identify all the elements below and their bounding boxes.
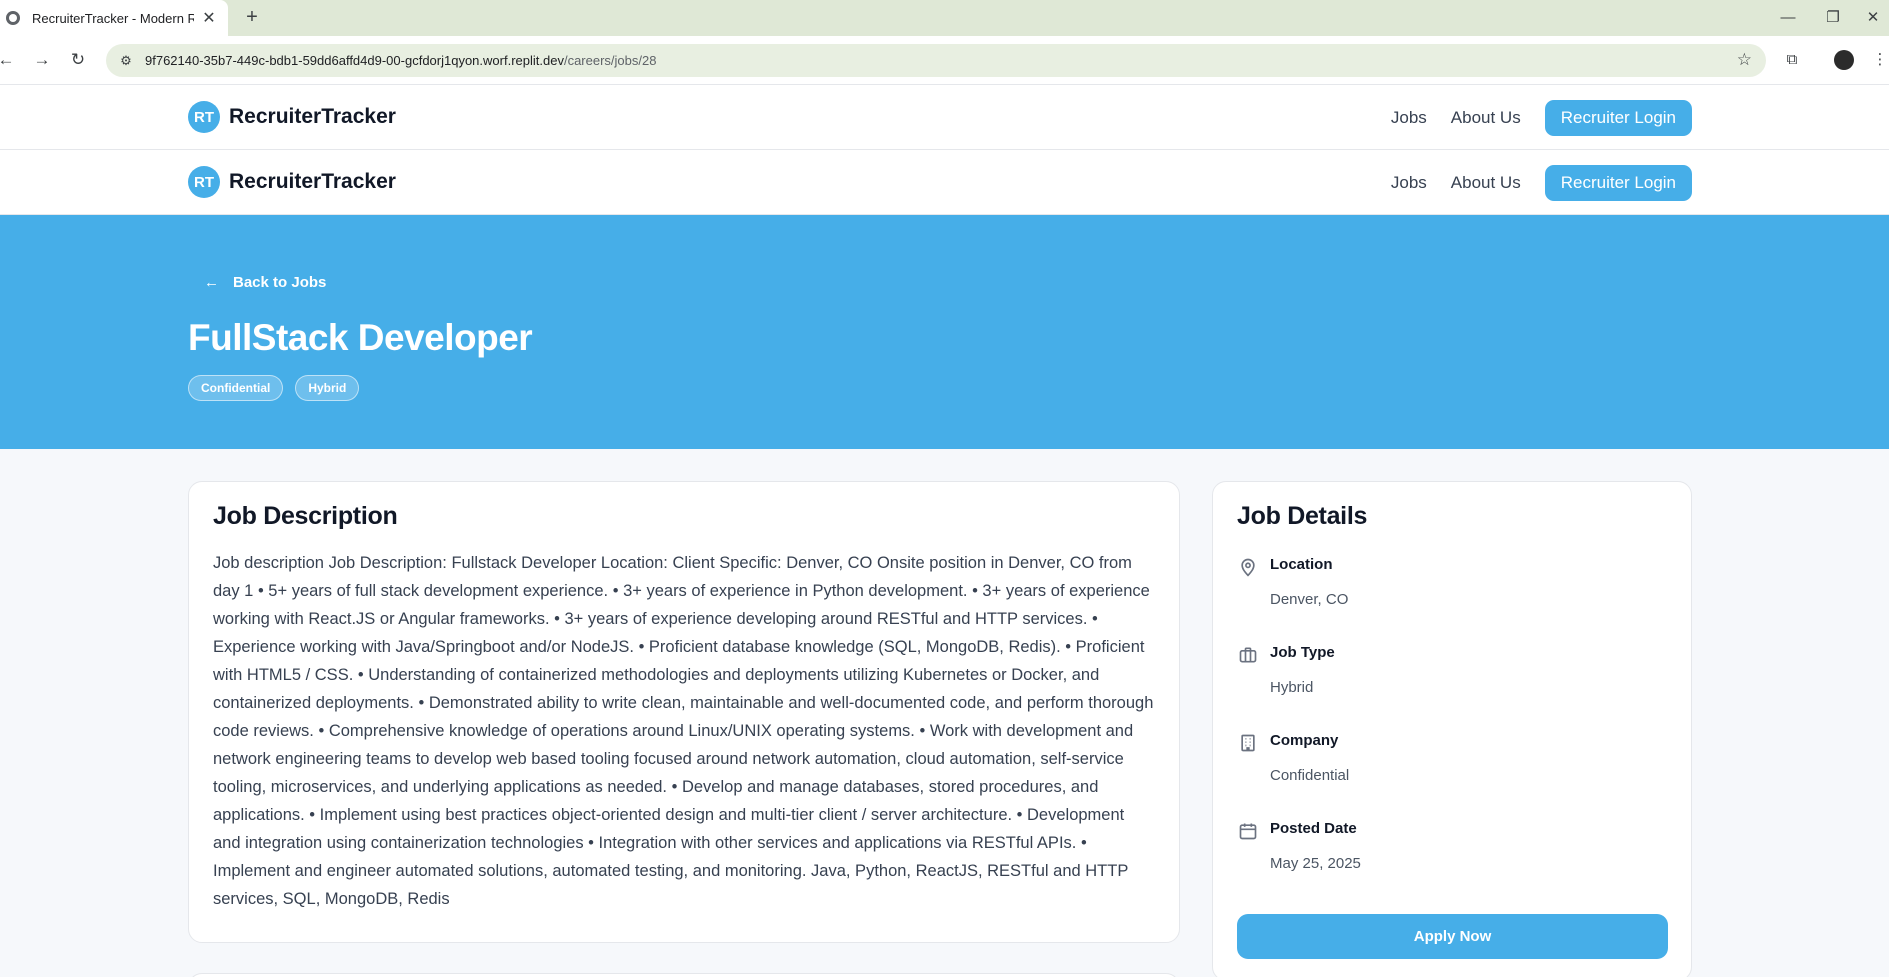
job-hero: ← Back to Jobs FullStack Developer Confi… (0, 215, 1889, 449)
site-info-icon[interactable]: ⚙ (116, 53, 136, 69)
tag-job-type: Hybrid (295, 375, 360, 401)
detail-label: Company (1270, 732, 1339, 749)
tab-title: RecruiterTracker - Modern Recru (32, 10, 194, 26)
job-tags: Confidential Hybrid (188, 375, 371, 401)
nav-link-jobs[interactable]: Jobs (1391, 173, 1427, 193)
calendar-icon (1239, 823, 1257, 840)
profile-avatar[interactable] (1834, 50, 1854, 70)
minimize-window-icon[interactable]: — (1773, 6, 1803, 30)
job-details-card: Job Details Location Denver, CO Job Type… (1212, 481, 1692, 977)
address-bar-row: ← → ↻ ⚙ 9f762140-35b7-449c-bdb1-59dd6aff… (0, 36, 1889, 85)
favicon-icon (6, 11, 20, 25)
address-bar[interactable]: ⚙ 9f762140-35b7-449c-bdb1-59dd6affd4d9-0… (106, 44, 1766, 77)
site-header-duplicate: RT RecruiterTracker Jobs About Us Recrui… (0, 150, 1889, 215)
brand-logo: RT (188, 166, 220, 198)
apply-now-button[interactable]: Apply Now (1237, 914, 1668, 959)
detail-value: May 25, 2025 (1270, 855, 1361, 872)
detail-value: Hybrid (1270, 679, 1314, 696)
star-icon[interactable]: ☆ (1737, 50, 1752, 70)
back-icon[interactable]: ← (0, 48, 18, 72)
nav-link-about[interactable]: About Us (1451, 108, 1521, 128)
tab-close-icon[interactable]: ✕ (200, 8, 218, 28)
detail-value: Denver, CO (1270, 591, 1349, 608)
brand-name: RecruiterTracker (229, 105, 396, 128)
brand-logo: RT (188, 101, 220, 133)
detail-label: Job Type (1270, 644, 1335, 661)
recruiter-login-button[interactable]: Recruiter Login (1544, 165, 1692, 201)
job-description-card: Job Description Job description Job Desc… (188, 481, 1180, 943)
briefcase-icon (1239, 647, 1257, 663)
main-nav: Jobs About Us Recruiter Login (1391, 165, 1692, 201)
brand-name: RecruiterTracker (229, 170, 396, 193)
url-host: 9f762140-35b7-449c-bdb1-59dd6affd4d9-00-… (145, 53, 564, 68)
close-window-icon[interactable]: ✕ (1858, 6, 1888, 30)
new-tab-button[interactable]: + (240, 6, 264, 30)
detail-label: Location (1270, 556, 1333, 573)
menu-icon[interactable]: ⋮ (1868, 48, 1889, 72)
nav-link-about[interactable]: About Us (1451, 173, 1521, 193)
main-nav: Jobs About Us Recruiter Login (1391, 100, 1692, 136)
job-details-heading: Job Details (1237, 502, 1368, 530)
next-card-edge (188, 973, 1180, 977)
restore-window-icon[interactable]: ❐ (1818, 6, 1848, 30)
site-header: RT RecruiterTracker Jobs About Us Recrui… (0, 85, 1889, 150)
url-text[interactable]: 9f762140-35b7-449c-bdb1-59dd6affd4d9-00-… (145, 53, 656, 68)
arrow-left-icon: ← (204, 274, 219, 291)
reload-icon[interactable]: ↻ (66, 48, 90, 72)
job-description-text: Job description Job Description: Fullsta… (213, 554, 1154, 908)
tag-company: Confidential (188, 375, 284, 401)
map-pin-icon (1241, 558, 1255, 577)
job-title: FullStack Developer (188, 317, 533, 358)
browser-tab-strip: RecruiterTracker - Modern Recru ✕ + — ❐ … (0, 0, 1889, 36)
brand[interactable]: RT RecruiterTracker (188, 101, 396, 133)
brand[interactable]: RT RecruiterTracker (188, 166, 396, 198)
search-tab-icon[interactable]: ⧉ (1780, 48, 1804, 72)
browser-tab[interactable]: RecruiterTracker - Modern Recru ✕ (0, 0, 228, 36)
nav-link-jobs[interactable]: Jobs (1391, 108, 1427, 128)
job-description-heading: Job Description (213, 502, 398, 530)
detail-label: Posted Date (1270, 820, 1357, 837)
detail-value: Confidential (1270, 767, 1350, 784)
building-icon (1241, 734, 1255, 752)
back-to-jobs-label: Back to Jobs (233, 274, 327, 291)
back-to-jobs-link[interactable]: ← Back to Jobs (204, 274, 326, 291)
url-path: /careers/jobs/28 (563, 53, 657, 68)
recruiter-login-button[interactable]: Recruiter Login (1544, 100, 1692, 136)
forward-icon[interactable]: → (30, 48, 54, 72)
